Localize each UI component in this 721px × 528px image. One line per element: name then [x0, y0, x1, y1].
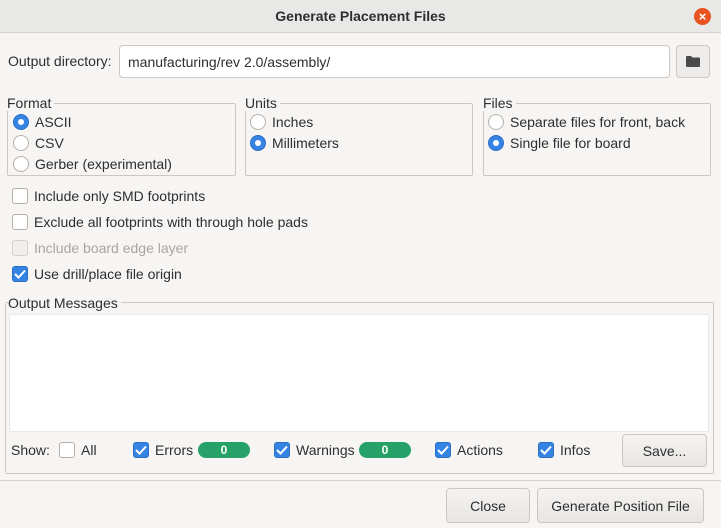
close-button[interactable]: Close — [446, 488, 530, 523]
filter-all-checkbox[interactable]: All — [59, 442, 97, 458]
filter-actions-label: Actions — [457, 442, 503, 458]
include-smd-only-label: Include only SMD footprints — [34, 188, 206, 204]
filter-infos-label: Infos — [560, 442, 591, 458]
checkbox-unchecked-icon — [12, 214, 28, 230]
exclude-through-hole-label: Exclude all footprints with through hole… — [34, 214, 308, 230]
checkbox-disabled-icon — [12, 240, 28, 256]
filter-infos-checkbox[interactable]: Infos — [538, 442, 590, 458]
filter-errors-checkbox[interactable]: Errors — [133, 442, 193, 458]
files-separate-radio[interactable]: Separate files for front, back — [488, 114, 685, 130]
use-drill-origin-checkbox[interactable]: Use drill/place file origin — [12, 266, 182, 282]
include-board-edge-checkbox: Include board edge layer — [12, 240, 188, 256]
radio-unchecked-icon — [488, 114, 504, 130]
radio-unchecked-icon — [13, 135, 29, 151]
radio-checked-icon — [250, 135, 266, 151]
generate-position-file-button[interactable]: Generate Position File — [537, 488, 704, 523]
checkbox-unchecked-icon — [12, 188, 28, 204]
format-title: Format — [7, 95, 55, 111]
radio-checked-icon — [488, 135, 504, 151]
units-inches-label: Inches — [272, 114, 314, 130]
filter-warnings-checkbox[interactable]: Warnings — [274, 442, 355, 458]
units-millimeters-radio[interactable]: Millimeters — [250, 135, 339, 151]
warnings-count-badge: 0 — [359, 442, 411, 458]
files-separate-label: Separate files for front, back — [510, 114, 686, 130]
format-gerber-label: Gerber (experimental) — [35, 156, 172, 172]
window-title: Generate Placement Files — [275, 8, 446, 24]
filter-actions-checkbox[interactable]: Actions — [435, 442, 503, 458]
close-icon: × — [698, 9, 707, 24]
title-bar: Generate Placement Files × — [0, 0, 721, 33]
checkmark-icon — [435, 442, 451, 458]
use-drill-origin-label: Use drill/place file origin — [34, 266, 182, 282]
checkmark-icon — [12, 266, 28, 282]
checkmark-icon — [274, 442, 290, 458]
format-gerber-radio[interactable]: Gerber (experimental) — [13, 156, 172, 172]
checkmark-icon — [133, 442, 149, 458]
show-label: Show: — [11, 442, 50, 458]
format-csv-radio[interactable]: CSV — [13, 135, 64, 151]
radio-unchecked-icon — [250, 114, 266, 130]
folder-icon — [686, 56, 700, 67]
errors-count-badge: 0 — [198, 442, 250, 458]
output-messages-title: Output Messages — [8, 295, 121, 311]
files-single-label: Single file for board — [510, 135, 631, 151]
include-board-edge-label: Include board edge layer — [34, 240, 189, 256]
checkmark-icon — [538, 442, 554, 458]
exclude-through-hole-checkbox[interactable]: Exclude all footprints with through hole… — [12, 214, 308, 230]
filter-errors-label: Errors — [155, 442, 194, 458]
format-ascii-label: ASCII — [35, 114, 72, 130]
checkbox-unchecked-icon — [59, 442, 75, 458]
units-millimeters-label: Millimeters — [272, 135, 339, 151]
files-single-radio[interactable]: Single file for board — [488, 135, 631, 151]
browse-folder-button[interactable] — [676, 45, 710, 78]
output-messages-area[interactable] — [9, 314, 709, 432]
files-title: Files — [483, 95, 516, 111]
output-directory-label: Output directory: — [8, 53, 112, 69]
radio-checked-icon — [13, 114, 29, 130]
units-title: Units — [245, 95, 280, 111]
radio-unchecked-icon — [13, 156, 29, 172]
filter-all-label: All — [81, 442, 97, 458]
close-window-button[interactable]: × — [694, 8, 711, 25]
format-csv-label: CSV — [35, 135, 64, 151]
include-smd-only-checkbox[interactable]: Include only SMD footprints — [12, 188, 205, 204]
units-inches-radio[interactable]: Inches — [250, 114, 313, 130]
format-ascii-radio[interactable]: ASCII — [13, 114, 72, 130]
filter-warnings-label: Warnings — [296, 442, 355, 458]
save-messages-button[interactable]: Save... — [622, 434, 707, 467]
output-directory-input[interactable] — [119, 45, 670, 78]
footer-separator — [0, 480, 721, 481]
